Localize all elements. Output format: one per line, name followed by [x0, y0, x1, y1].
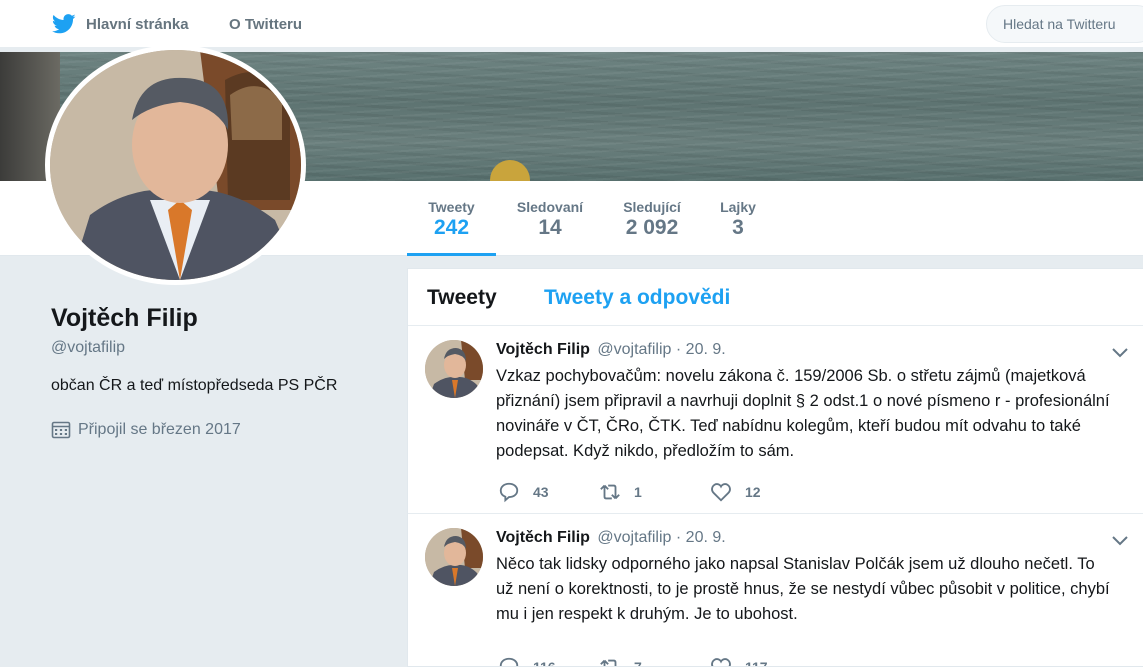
stat-following[interactable]: Sledovaní 14 — [506, 181, 594, 256]
calendar-icon — [51, 421, 71, 439]
like-button[interactable]: 12 — [710, 481, 761, 503]
reply-icon — [499, 482, 519, 503]
tweet-header: Vojtěch Filip @vojtafilip · 20. 9. — [496, 529, 726, 547]
retweet-count: 7 — [634, 659, 642, 667]
tweet-date[interactable]: · 20. 9. — [676, 341, 726, 358]
tweet-avatar[interactable] — [425, 528, 483, 586]
nav-about-link[interactable]: O Twitteru — [229, 0, 302, 48]
avatar-photo — [50, 50, 301, 280]
reply-icon — [499, 657, 519, 666]
like-count: 117 — [745, 659, 768, 667]
profile-bio: občan ČR a teď místopředseda PS PČR — [51, 377, 338, 394]
tweet-avatar-photo — [425, 528, 483, 586]
nav-about-label: O Twitteru — [229, 15, 303, 33]
tweet-text: Něco tak lidsky odporného jako napsal St… — [496, 555, 1110, 623]
tweet-author-handle[interactable]: @vojtafilip — [597, 529, 671, 546]
reply-button[interactable]: 116 — [498, 656, 599, 667]
stat-likes-label: Lajky — [720, 199, 756, 215]
stat-followers-label: Sledující — [623, 199, 681, 215]
retweet-count: 1 — [634, 484, 642, 500]
heart-icon — [711, 658, 731, 666]
tweet-author-name[interactable]: Vojtěch Filip — [496, 341, 590, 358]
twitter-bird-icon — [52, 14, 76, 34]
top-navigation: Hlavní stránka O Twitteru Hledat na Twit… — [0, 0, 1143, 48]
tweet-header: Vojtěch Filip @vojtafilip · 20. 9. — [496, 341, 726, 359]
tweet-author-name[interactable]: Vojtěch Filip — [496, 529, 590, 546]
stat-likes-value: 3 — [732, 216, 744, 239]
reply-count: 43 — [533, 484, 549, 500]
stat-tweets-label: Tweety — [428, 199, 475, 215]
reply-count: 116 — [533, 659, 556, 667]
stat-followers-value: 2 092 — [625, 216, 679, 239]
timeline-tabs: Tweety Tweety a odpovědi — [408, 269, 1143, 326]
stat-likes[interactable]: Lajky 3 — [710, 181, 766, 256]
tweet-actions: 116 7 117 — [498, 656, 768, 667]
retweet-button[interactable]: 7 — [599, 656, 710, 667]
stat-tweets[interactable]: Tweety 242 — [407, 181, 496, 256]
tweet-date[interactable]: · 20. 9. — [676, 529, 726, 546]
stat-tweets-value: 242 — [433, 216, 470, 239]
tweet[interactable]: Vojtěch Filip @vojtafilip · 20. 9. Něco … — [408, 514, 1143, 667]
like-count: 12 — [745, 484, 761, 500]
tweet-text: Vzkaz pochybovačům: novelu zákona č. 159… — [496, 367, 1110, 460]
reply-button[interactable]: 43 — [498, 481, 599, 503]
search-input[interactable]: Hledat na Twitteru — [986, 5, 1143, 43]
banner-hat — [490, 160, 530, 181]
tweet[interactable]: Vojtěch Filip @vojtafilip · 20. 9. Vzkaz… — [408, 326, 1143, 514]
chevron-down-icon[interactable] — [1112, 536, 1128, 546]
nav-home-label: Hlavní stránka — [86, 15, 189, 33]
tweet-actions: 43 1 12 — [498, 481, 761, 503]
stat-following-label: Sledovaní — [516, 199, 584, 215]
profile-joined-text: Připojil se březen 2017 — [78, 421, 241, 438]
nav-home-link[interactable]: Hlavní stránka — [52, 0, 189, 48]
retweet-icon — [600, 484, 620, 500]
like-button[interactable]: 117 — [710, 656, 768, 667]
heart-icon — [711, 483, 731, 502]
tweet-avatar[interactable] — [425, 340, 483, 398]
tweet-author-handle[interactable]: @vojtafilip — [597, 341, 671, 358]
tab-tweets[interactable]: Tweety — [427, 286, 497, 310]
tab-tweets-and-replies[interactable]: Tweety a odpovědi — [544, 286, 730, 310]
chevron-down-icon[interactable] — [1112, 348, 1128, 358]
retweet-icon — [600, 659, 617, 666]
profile-name: Vojtěch Filip — [51, 304, 198, 332]
profile-joined: Připojil se březen 2017 — [51, 420, 241, 440]
retweet-button[interactable]: 1 — [599, 481, 710, 503]
stat-followers[interactable]: Sledující 2 092 — [612, 181, 692, 256]
stat-following-value: 14 — [538, 216, 562, 239]
timeline: Tweety Tweety a odpovědi Vojtěch Filip @… — [407, 268, 1143, 667]
profile-avatar[interactable] — [45, 45, 306, 285]
profile-handle: @vojtafilip — [51, 339, 126, 356]
tweet-avatar-photo — [425, 340, 483, 398]
